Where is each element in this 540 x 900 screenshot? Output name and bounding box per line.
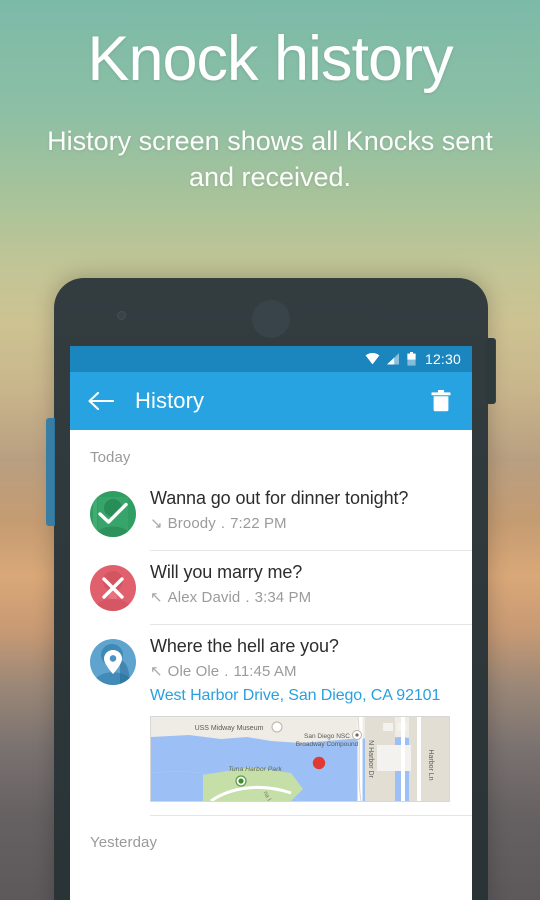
location-pin-icon xyxy=(90,639,136,685)
list-item-body: Will you marry me? ↖ Alex David . 3:34 P… xyxy=(150,561,458,611)
list-item-meta: ↖ Alex David . 3:34 PM xyxy=(150,589,458,606)
page-subtitle: History screen shows all Knocks sent and… xyxy=(47,126,493,193)
svg-text:Tuna Harbor Park: Tuna Harbor Park xyxy=(228,766,282,773)
back-button[interactable] xyxy=(86,386,116,416)
map-image: USS Midway Museum San Diego NSC Broadway… xyxy=(151,716,449,801)
phone-frame: 12:30 History Today Wanna go out for din… xyxy=(46,278,496,900)
list-item-meta: ↘ Broody . 7:22 PM xyxy=(150,515,458,532)
location-map-thumbnail[interactable]: USS Midway Museum San Diego NSC Broadway… xyxy=(150,715,450,802)
svg-text:N Harbor Dr: N Harbor Dr xyxy=(367,740,374,778)
location-address-link[interactable]: West Harbor Drive, San Diego, CA 92101 xyxy=(150,687,458,705)
list-item-time: 3:34 PM xyxy=(254,588,312,606)
list-item-body: Where the hell are you? ↖ Ole Ole . 11:4… xyxy=(150,635,458,802)
page-title: Knock history xyxy=(87,24,453,94)
list-item-title: Wanna go out for dinner tonight? xyxy=(150,488,409,508)
list-item-meta: ↖ Ole Ole . 11:45 AM xyxy=(150,663,458,680)
svg-text:USS Midway Museum: USS Midway Museum xyxy=(195,725,264,732)
status-bar: 12:30 xyxy=(70,346,472,372)
avatar xyxy=(90,565,136,611)
list-item[interactable]: Where the hell are you? ↖ Ole Ole . 11:4… xyxy=(70,624,472,815)
status-bar-clock: 12:30 xyxy=(424,351,461,367)
direction-received-icon: ↘ xyxy=(150,514,163,532)
battery-icon xyxy=(407,352,416,366)
list-item-time: 11:45 AM xyxy=(233,662,297,680)
section-header-yesterday: Yesterday xyxy=(90,833,158,851)
section-divider xyxy=(150,814,472,816)
phone-screen: 12:30 History Today Wanna go out for din… xyxy=(70,346,472,900)
check-icon xyxy=(90,491,136,537)
direction-sent-icon: ↖ xyxy=(150,588,163,606)
list-item-sender: Ole Ole xyxy=(167,662,220,680)
front-camera-icon xyxy=(117,311,126,320)
list-item-separator: . xyxy=(224,662,229,680)
svg-text:San Diego NSC: San Diego NSC xyxy=(304,733,350,740)
list-item-title: Will you marry me? xyxy=(150,562,303,582)
trash-icon xyxy=(431,390,451,412)
delete-button[interactable] xyxy=(426,386,456,416)
earpiece-speaker xyxy=(252,300,290,338)
history-list[interactable]: Today Wanna go out for dinner tonight? ↘… xyxy=(70,430,472,900)
cellular-signal-icon xyxy=(386,353,400,365)
avatar xyxy=(90,491,136,537)
volume-button[interactable] xyxy=(46,418,55,526)
power-button[interactable] xyxy=(486,338,496,404)
list-item-sender: Broody xyxy=(167,514,216,532)
hero-section: Knock history History screen shows all K… xyxy=(0,0,540,196)
list-item-body: Wanna go out for dinner tonight? ↘ Brood… xyxy=(150,487,458,537)
list-item-sender: Alex David xyxy=(167,588,241,606)
close-icon xyxy=(90,565,136,611)
svg-text:Harbor Ln: Harbor Ln xyxy=(427,749,434,780)
svg-text:Broadway Compound: Broadway Compound xyxy=(296,741,359,748)
wifi-icon xyxy=(365,353,380,365)
list-item-title: Where the hell are you? xyxy=(150,636,339,656)
direction-sent-icon: ↖ xyxy=(150,662,163,680)
section-header-today: Today xyxy=(90,449,131,466)
list-item-time: 7:22 PM xyxy=(230,514,287,532)
back-arrow-icon xyxy=(88,391,114,411)
app-bar-title: History xyxy=(135,388,205,413)
app-bar: History xyxy=(70,372,472,430)
avatar xyxy=(90,639,136,685)
list-item[interactable]: Wanna go out for dinner tonight? ↘ Brood… xyxy=(70,476,472,550)
list-item-separator: . xyxy=(220,514,226,532)
list-item-separator: . xyxy=(245,588,250,606)
list-item[interactable]: Will you marry me? ↖ Alex David . 3:34 P… xyxy=(70,550,472,624)
